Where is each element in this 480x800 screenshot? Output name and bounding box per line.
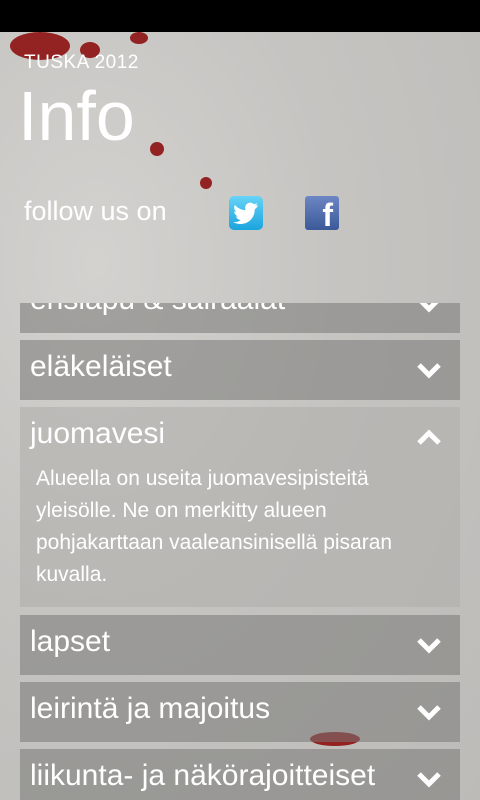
list-item[interactable]: eläkeläiset [20, 340, 460, 400]
chevron-down-icon [417, 363, 441, 379]
chevron-down-icon [417, 705, 441, 721]
facebook-icon[interactable]: f [305, 196, 339, 230]
list-item-label: liikunta- ja näkörajoitteiset [30, 759, 376, 792]
info-list: ensiapu & sairaalat eläkeläiset juomaves… [20, 303, 460, 800]
chevron-down-icon [417, 772, 441, 788]
list-item-expanded[interactable]: juomavesi Alueella on useita juomavesipi… [20, 407, 460, 607]
list-item-label: eläkeläiset [30, 350, 172, 383]
chevron-down-icon [417, 638, 441, 654]
status-bar [0, 0, 480, 32]
list-item[interactable]: ensiapu & sairaalat [20, 303, 460, 333]
app-title: TUSKA 2012 [24, 52, 139, 73]
list-item-label: lapset [30, 625, 111, 658]
list-item-label: ensiapu & sairaalat [30, 303, 285, 317]
list-item[interactable]: liikunta- ja näkörajoitteiset [20, 749, 460, 800]
chevron-down-icon [419, 303, 439, 313]
page-title: Info [18, 77, 135, 155]
item-description: Alueella on useita juomavesipisteitä yle… [36, 467, 393, 586]
twitter-icon[interactable] [229, 196, 263, 230]
list-item-label: leirintä ja majoitus [30, 692, 271, 725]
list-item-label: juomavesi [30, 417, 166, 450]
follow-us-label: follow us on [24, 196, 167, 226]
list-item[interactable]: lapset [20, 615, 460, 675]
list-item[interactable]: leirintä ja majoitus [20, 682, 460, 742]
chevron-up-icon [417, 429, 441, 445]
